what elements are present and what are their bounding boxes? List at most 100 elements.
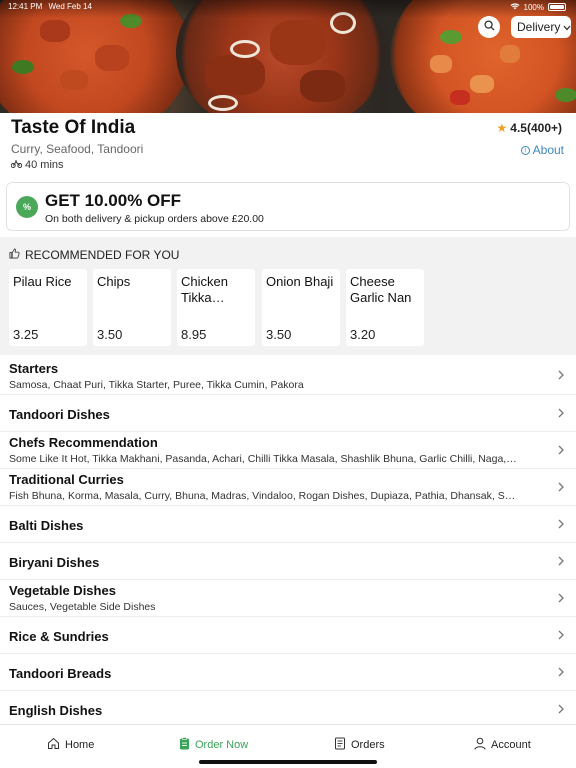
category-row-vegetable-dishes[interactable]: Vegetable Dishes Sauces, Vegetable Side … [0,580,576,617]
food-piece [300,70,345,102]
category-name: Starters [9,361,59,376]
status-bar-right: 100% [510,2,566,12]
about-label: About [532,143,564,157]
herb-leaf [440,30,462,44]
battery-icon [548,3,566,11]
category-row-english-dishes[interactable]: English Dishes [0,691,576,724]
category-row-balti-dishes[interactable]: Balti Dishes [0,506,576,543]
category-row-chefs-recommendation[interactable]: Chefs Recommendation Some Like It Hot, T… [0,432,576,469]
recommended-item-card[interactable]: Pilau Rice 3.25 [9,269,87,346]
order-clipboard-icon [179,737,190,753]
food-piece [500,45,520,63]
category-row-traditional-curries[interactable]: Traditional Curries Fish Bhuna, Korma, M… [0,469,576,506]
delivery-time-text: 40 mins [25,159,64,171]
bike-icon [10,159,23,171]
recommended-item-name: Cheese Garlic Nan [350,274,412,305]
offer-banner[interactable]: % GET 10.00% OFF On both delivery & pick… [6,182,570,231]
onion-ring [230,40,260,58]
nav-account-label: Account [491,739,531,751]
food-piece [205,55,265,95]
category-name: Tandoori Dishes [9,407,110,422]
search-icon [483,18,495,36]
chevron-right-icon [558,445,564,455]
user-icon [474,737,486,753]
recommended-item-card[interactable]: Chicken Tikka Masala 8.95 [177,269,255,346]
food-piece [430,55,452,73]
wifi-icon [510,2,520,12]
status-time: 12:41 PM [8,2,43,11]
chevron-right-icon [558,704,564,714]
chevron-right-icon [558,370,564,380]
category-subtitle: Some Like It Hot, Tikka Makhani, Pasanda… [9,453,519,465]
offer-subtitle: On both delivery & pickup orders above £… [45,213,264,225]
category-subtitle: Sauces, Vegetable Side Dishes [9,601,156,613]
delivery-mode-dropdown[interactable]: Delivery [511,16,571,38]
home-icon [47,737,60,753]
recommended-header: RECOMMENDED FOR YOU [9,248,179,262]
category-name: Rice & Sundries [9,629,109,644]
restaurant-name: Taste Of India [11,117,136,138]
food-piece [95,45,129,71]
recommended-item-name: Onion Bhaji [266,274,334,289]
nav-order-now[interactable]: Order Now [179,737,248,753]
delivery-mode-label: Delivery [517,20,561,34]
battery-percent: 100% [523,2,544,12]
recommended-item-name: Chicken Tikka Masala [181,274,228,305]
chevron-right-icon [558,630,564,640]
recommended-item-card[interactable]: Onion Bhaji 3.50 [262,269,340,346]
status-bar-left: 12:41 PM Wed Feb 14 [8,2,92,11]
food-piece [270,20,325,65]
category-row-tandoori-dishes[interactable]: Tandoori Dishes [0,395,576,432]
chevron-down-icon [563,20,571,34]
category-subtitle: Samosa, Chaat Puri, Tikka Starter, Puree… [9,379,304,391]
about-link[interactable]: i About [520,143,564,157]
star-icon: ★ [496,121,508,135]
category-name: Vegetable Dishes [9,583,116,598]
nav-orders[interactable]: Orders [334,737,385,753]
food-piece [40,20,70,42]
restaurant-rating[interactable]: ★ 4.5(400+) [497,121,562,135]
category-row-tandoori-breads[interactable]: Tandoori Breads [0,654,576,691]
recommended-item-price: 3.25 [13,327,39,342]
nav-orders-label: Orders [351,739,385,751]
recommended-item-name: Chips [97,274,131,289]
chevron-right-icon [558,556,564,566]
recommended-item-price: 3.50 [97,327,123,342]
nav-account[interactable]: Account [474,737,531,753]
category-name: Balti Dishes [9,518,84,533]
category-name: Biryani Dishes [9,555,100,570]
chevron-right-icon [558,593,564,603]
onion-ring [208,95,238,111]
recommended-item-card[interactable]: Cheese Garlic Nan 3.20 [346,269,424,346]
category-row-starters[interactable]: Starters Samosa, Chaat Puri, Tikka Start… [0,357,576,395]
home-indicator [199,760,377,764]
recommended-item-price: 3.50 [266,327,292,342]
chevron-right-icon [558,667,564,677]
category-row-rice-sundries[interactable]: Rice & Sundries [0,617,576,654]
food-piece [450,90,470,105]
category-name: Tandoori Breads [9,666,112,681]
info-icon: i [520,145,530,155]
chevron-right-icon [558,482,564,492]
recommended-item-card[interactable]: Chips 3.50 [93,269,171,346]
nav-home[interactable]: Home [47,737,94,753]
nav-home-label: Home [65,739,95,751]
category-row-biryani-dishes[interactable]: Biryani Dishes [0,543,576,580]
chevron-right-icon [558,408,564,418]
receipt-icon [334,737,346,753]
rating-value: 4.5(400+) [510,121,562,135]
food-piece [60,70,88,90]
category-name: Traditional Curries [9,472,124,487]
discount-badge-icon: % [16,196,38,218]
thumbs-up-icon [9,248,20,262]
category-name: English Dishes [9,703,103,718]
offer-title: GET 10.00% OFF [45,191,182,210]
restaurant-cuisines: Curry, Seafood, Tandoori [11,142,144,156]
herb-leaf [555,88,576,102]
search-button[interactable] [478,16,500,38]
delivery-time: 40 mins [10,159,64,171]
category-name: Chefs Recommendation [9,435,158,450]
recommended-item-name: Pilau Rice [13,274,72,289]
recommended-item-price: 3.20 [350,327,376,342]
chevron-right-icon [558,519,564,529]
